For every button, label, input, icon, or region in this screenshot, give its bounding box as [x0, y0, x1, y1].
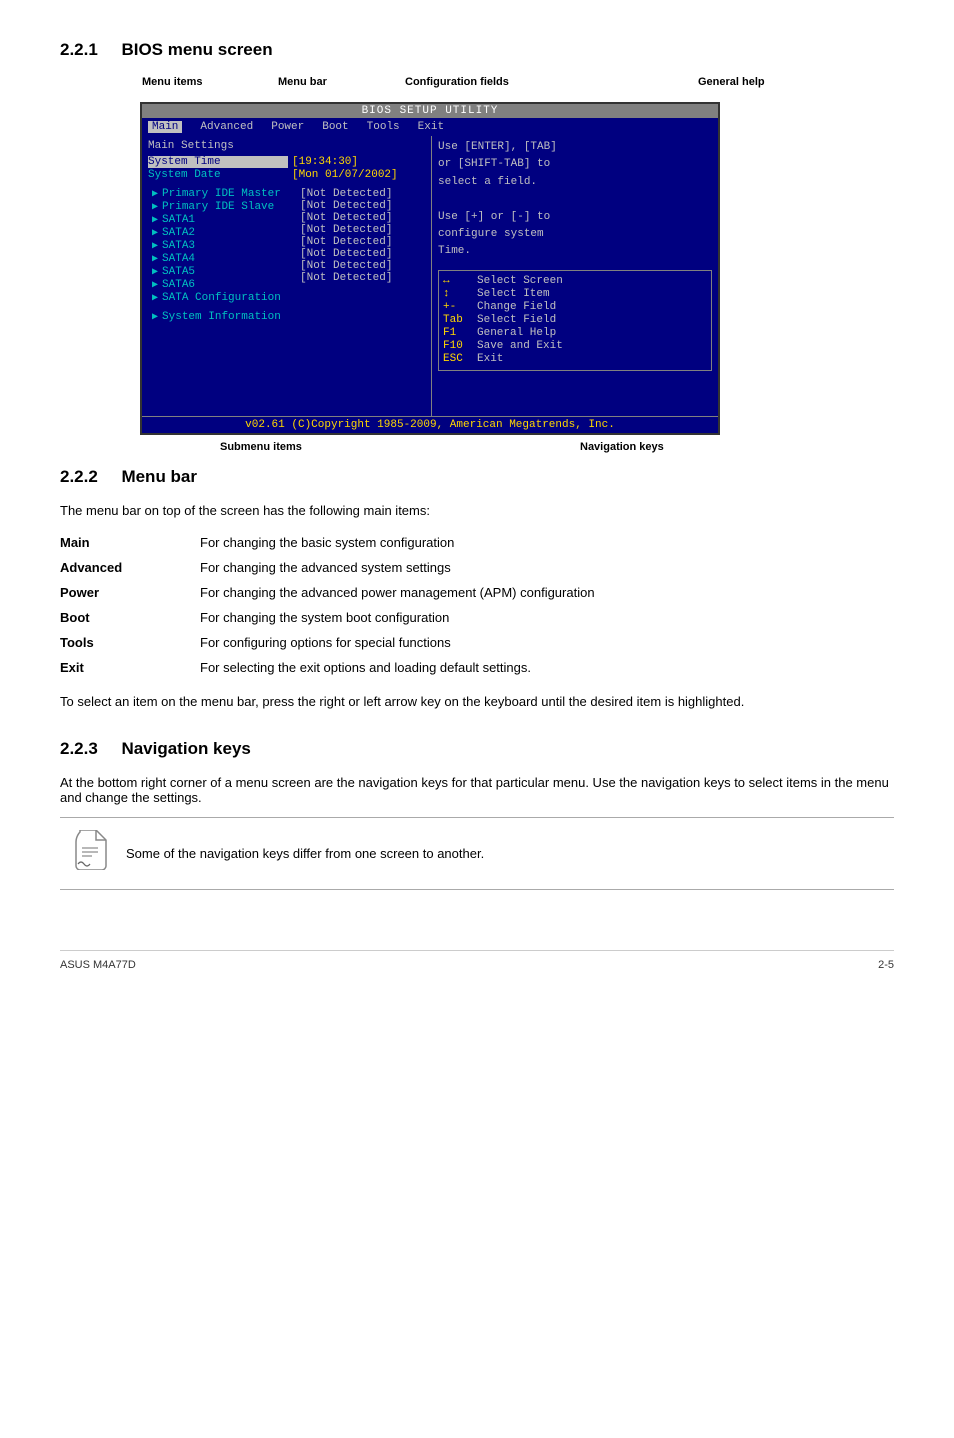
bios-item-sata5: ▶ SATA5 — [148, 266, 296, 278]
bios-nav-section: ↔ Select Screen ↕ Select Item +- Change … — [438, 270, 712, 371]
section-222: 2.2.2 Menu bar The menu bar on top of th… — [60, 467, 894, 709]
menu-item-tools: Tools For configuring options for specia… — [60, 630, 894, 655]
section-221: 2.2.1 BIOS menu screen Menu items Menu b… — [60, 40, 894, 467]
bios-body: Main Settings System Time [19:34:30] Sys… — [142, 136, 718, 416]
bios-nav-select-item: ↕ Select Item — [443, 288, 707, 300]
bios-item-sata4: ▶ SATA4 — [148, 253, 296, 265]
bios-field-system-date: System Date [Mon 01/07/2002] — [148, 169, 425, 181]
bios-left-panel: Main Settings System Time [19:34:30] Sys… — [142, 136, 432, 416]
section-223-intro: At the bottom right corner of a menu scr… — [60, 775, 894, 805]
menu-item-power-desc: For changing the advanced power manageme… — [200, 580, 894, 605]
menu-item-main-label: Main — [60, 530, 200, 555]
bios-nav-esc: ESC Exit — [443, 353, 707, 365]
bios-col-labels: ▶ Primary IDE Master ▶ Primary IDE Slave… — [148, 188, 296, 305]
bios-items-block: ▶ Primary IDE Master ▶ Primary IDE Slave… — [148, 188, 425, 305]
section-221-number: 2.2.1 — [60, 40, 98, 59]
section-222-note: To select an item on the menu bar, press… — [60, 694, 894, 709]
diagram-bottom-labels: Submenu items Navigation keys — [140, 441, 894, 467]
section-222-title: Menu bar — [121, 467, 197, 486]
footer-right: 2-5 — [878, 959, 894, 971]
menu-item-main-desc: For changing the basic system configurat… — [200, 530, 894, 555]
bios-help-line-4: Use [+] or [-] to — [438, 210, 712, 225]
note-text: Some of the navigation keys differ from … — [126, 846, 484, 861]
page-content: 2.2.1 BIOS menu screen Menu items Menu b… — [60, 40, 894, 971]
bios-item-sata2: ▶ SATA2 — [148, 227, 296, 239]
bios-field-system-time: System Time [19:34:30] — [148, 156, 425, 168]
bios-footer: v02.61 (C)Copyright 1985-2009, American … — [142, 416, 718, 433]
bios-col-values: [Not Detected] [Not Detected] [Not Detec… — [296, 188, 425, 305]
diagram-top-labels: Menu items Menu bar Configuration fields… — [60, 76, 894, 96]
bios-menu-advanced[interactable]: Advanced — [200, 121, 253, 133]
label-navigation-keys: Navigation keys — [580, 441, 664, 453]
menu-item-boot-desc: For changing the system boot configurati… — [200, 605, 894, 630]
section-223-title: Navigation keys — [121, 739, 250, 758]
footer-left: ASUS M4A77D — [60, 959, 136, 971]
menu-item-exit-label: Exit — [60, 655, 200, 680]
menu-item-main: Main For changing the basic system confi… — [60, 530, 894, 555]
menu-item-advanced-label: Advanced — [60, 555, 200, 580]
bios-menu-exit[interactable]: Exit — [418, 121, 444, 133]
section-222-intro: The menu bar on top of the screen has th… — [60, 503, 894, 518]
section-221-heading: 2.2.1 BIOS menu screen — [60, 40, 894, 60]
note-icon — [70, 830, 110, 877]
bios-nav-select-screen: ↔ Select Screen — [443, 275, 707, 287]
menu-item-boot: Boot For changing the system boot config… — [60, 605, 894, 630]
bios-menu-power[interactable]: Power — [271, 121, 304, 133]
bios-menu-boot[interactable]: Boot — [322, 121, 348, 133]
label-general-help: General help — [698, 76, 765, 88]
menu-item-tools-label: Tools — [60, 630, 200, 655]
menu-item-advanced: Advanced For changing the advanced syste… — [60, 555, 894, 580]
bios-diagram: Menu items Menu bar Configuration fields… — [60, 76, 894, 467]
bios-help-line-1: Use [ENTER], [TAB] — [438, 140, 712, 155]
section-221-title: BIOS menu screen — [121, 40, 272, 59]
menu-bar-table: Main For changing the basic system confi… — [60, 530, 894, 680]
bios-help-line-3: select a field. — [438, 175, 712, 190]
note-box: Some of the navigation keys differ from … — [60, 817, 894, 890]
menu-item-boot-label: Boot — [60, 605, 200, 630]
page-footer: ASUS M4A77D 2-5 — [60, 950, 894, 971]
bios-nav-f10: F10 Save and Exit — [443, 340, 707, 352]
bios-nav-f1: F1 General Help — [443, 327, 707, 339]
section-223-number: 2.2.3 — [60, 739, 98, 758]
bios-help-line-2: or [SHIFT-TAB] to — [438, 157, 712, 172]
bios-screen: BIOS SETUP UTILITY Main Advanced Power B… — [140, 102, 720, 435]
menu-item-exit-desc: For selecting the exit options and loadi… — [200, 655, 894, 680]
bios-item-primary-ide-slave: ▶ Primary IDE Slave — [148, 201, 296, 213]
bios-item-sata1: ▶ SATA1 — [148, 214, 296, 226]
bios-nav-select-field: Tab Select Field — [443, 314, 707, 326]
label-menu-bar: Menu bar — [278, 76, 327, 88]
bios-help-spacer — [438, 192, 712, 207]
label-submenu-items: Submenu items — [220, 441, 302, 453]
bios-menu-tools[interactable]: Tools — [367, 121, 400, 133]
bios-value-system-date: [Mon 01/07/2002] — [292, 169, 398, 181]
bios-label-system-time: System Time — [148, 156, 288, 168]
bios-titlebar: BIOS SETUP UTILITY — [142, 104, 718, 118]
bios-right-panel: Use [ENTER], [TAB] or [SHIFT-TAB] to sel… — [432, 136, 718, 416]
section-222-heading: 2.2.2 Menu bar — [60, 467, 894, 487]
menu-item-exit: Exit For selecting the exit options and … — [60, 655, 894, 680]
bios-item-primary-ide-master: ▶ Primary IDE Master — [148, 188, 296, 200]
bios-menu-main[interactable]: Main — [148, 121, 182, 133]
bios-section-title: Main Settings — [148, 140, 425, 152]
bios-item-sata3: ▶ SATA3 — [148, 240, 296, 252]
bios-help-line-5: configure system — [438, 227, 712, 242]
section-222-number: 2.2.2 — [60, 467, 98, 486]
bios-help-line-6: Time. — [438, 244, 712, 259]
menu-item-power: Power For changing the advanced power ma… — [60, 580, 894, 605]
label-config-fields: Configuration fields — [405, 76, 509, 88]
bios-item-system-info: ▶ System Information — [148, 311, 425, 323]
menu-item-advanced-desc: For changing the advanced system setting… — [200, 555, 894, 580]
bios-value-system-time: [19:34:30] — [292, 156, 358, 168]
section-223: 2.2.3 Navigation keys At the bottom righ… — [60, 739, 894, 890]
bios-menubar: Main Advanced Power Boot Tools Exit — [142, 118, 718, 136]
menu-item-tools-desc: For configuring options for special func… — [200, 630, 894, 655]
bios-item-sata-config: ▶ SATA Configuration — [148, 292, 296, 304]
bios-label-system-date: System Date — [148, 169, 288, 181]
section-223-heading: 2.2.3 Navigation keys — [60, 739, 894, 759]
bios-nav-change-field: +- Change Field — [443, 301, 707, 313]
bios-item-sata6: ▶ SATA6 — [148, 279, 296, 291]
menu-item-power-label: Power — [60, 580, 200, 605]
label-menu-items: Menu items — [142, 76, 203, 88]
